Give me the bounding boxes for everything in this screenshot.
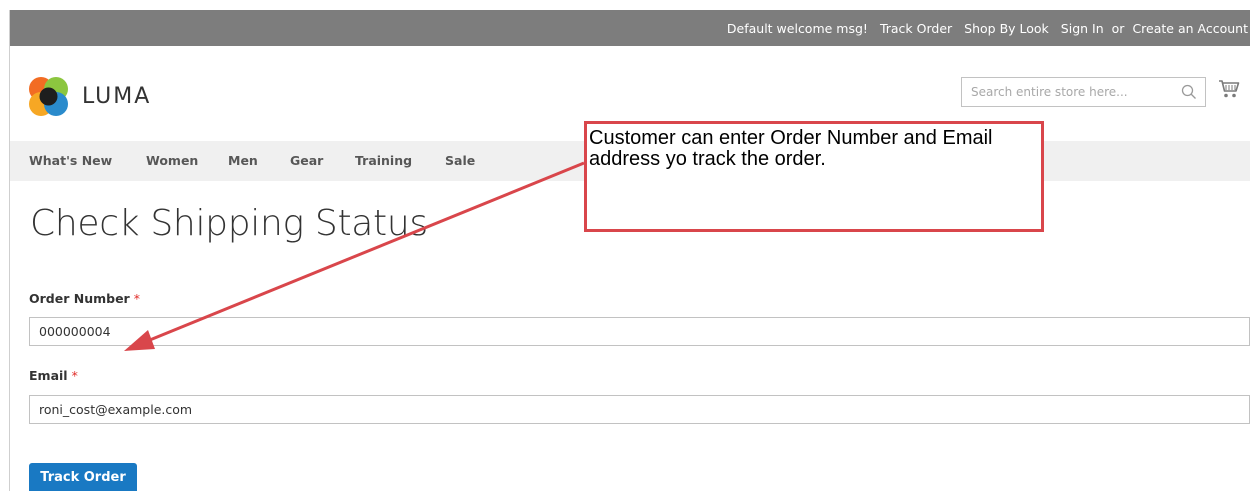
email-label: Email * xyxy=(29,368,78,383)
search-box xyxy=(961,77,1206,107)
annotation-text: Customer can enter Order Number and Emai… xyxy=(589,127,993,170)
top-links: Default welcome msg! Track Order Shop By… xyxy=(727,10,1250,46)
top-bar: Default welcome msg! Track Order Shop By… xyxy=(10,10,1250,46)
nav-item-whats-new[interactable]: What's New xyxy=(29,153,112,168)
required-mark: * xyxy=(133,291,140,306)
nav-item-gear[interactable]: Gear xyxy=(290,153,323,168)
order-number-label: Order Number * xyxy=(29,291,140,306)
annotation-callout: Customer can enter Order Number and Emai… xyxy=(584,121,1044,232)
or-text: or xyxy=(1111,20,1125,36)
sign-in-link[interactable]: Sign In xyxy=(1061,21,1104,36)
welcome-message: Default welcome msg! xyxy=(726,20,868,36)
create-account-link[interactable]: Create an Account xyxy=(1132,21,1248,36)
required-mark: * xyxy=(71,368,78,383)
order-number-label-text: Order Number xyxy=(29,291,130,306)
shop-by-look-link[interactable]: Shop By Look xyxy=(964,21,1049,36)
logo-link[interactable]: LUMA xyxy=(28,76,151,117)
track-order-link[interactable]: Track Order xyxy=(880,21,952,36)
logo-text: LUMA xyxy=(82,84,152,109)
email-input[interactable] xyxy=(29,395,1250,424)
track-order-button[interactable]: Track Order xyxy=(29,463,137,491)
page-title: Check Shipping Status xyxy=(30,203,428,244)
page: Default welcome msg! Track Order Shop By… xyxy=(9,10,1250,491)
nav-item-women[interactable]: Women xyxy=(146,153,198,168)
luma-logo-icon xyxy=(28,76,69,117)
nav-item-sale[interactable]: Sale xyxy=(445,153,475,168)
order-number-input[interactable] xyxy=(29,317,1250,346)
email-label-text: Email xyxy=(29,368,68,383)
nav-item-training[interactable]: Training xyxy=(355,153,412,168)
nav-item-men[interactable]: Men xyxy=(228,153,258,168)
search-icon[interactable] xyxy=(1181,84,1197,100)
search-input[interactable] xyxy=(962,78,1172,106)
cart-icon[interactable] xyxy=(1218,79,1240,99)
